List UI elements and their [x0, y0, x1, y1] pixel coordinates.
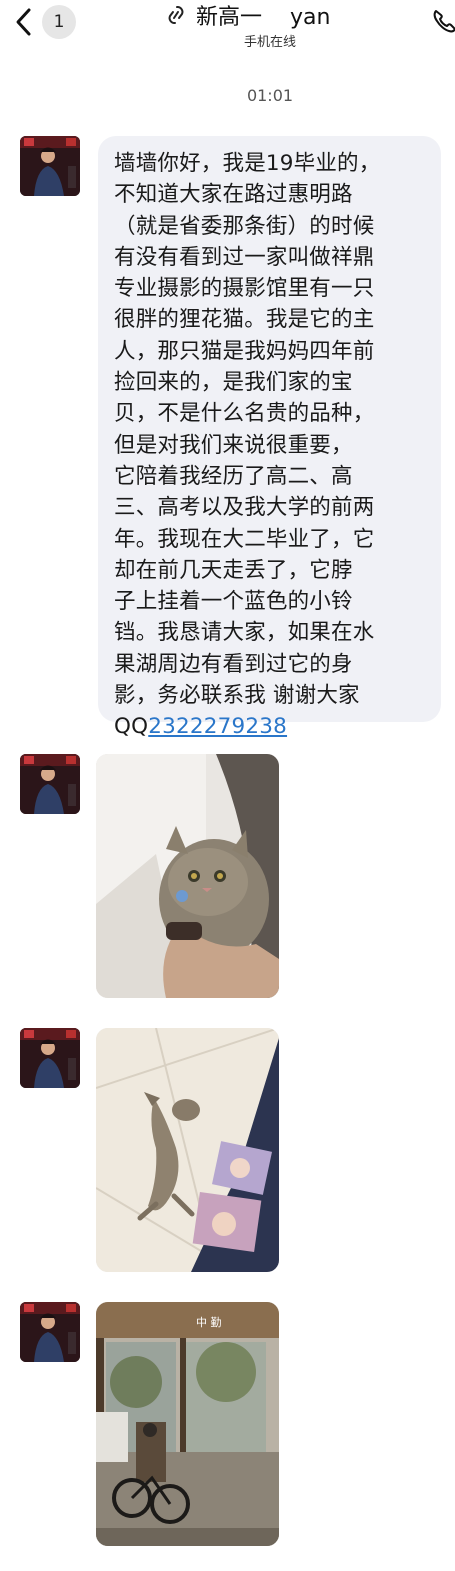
photo-message-studio[interactable]: 中 勤: [96, 1302, 279, 1546]
message-text: 墙墙你好，我是19毕业的， 不知道大家在路过惠明路 （就是省委那条街）的时候 有…: [114, 148, 441, 743]
chat-title[interactable]: 新高一 yan: [166, 2, 331, 30]
message-line: 却在前几天走丢了，它脖: [114, 557, 353, 583]
qq-number-link[interactable]: 2322279238: [148, 714, 287, 739]
contact-name: 新高一 yan: [196, 5, 331, 30]
online-status: 手机在线: [243, 35, 296, 50]
studio-image: 中 勤: [96, 1302, 279, 1546]
sender-avatar[interactable]: [20, 754, 80, 814]
sender-avatar[interactable]: [20, 136, 80, 196]
message-line: 捡回来的，是我们家的宝: [114, 370, 353, 396]
chat-screen: 1 新高一 yan 手机在线 01:01 墙墙你好，我是19毕业的， 不知道大家…: [0, 0, 455, 1571]
studio-sign-text: 中 勤: [196, 1316, 222, 1329]
cat-held-image: [96, 754, 279, 998]
sender-avatar[interactable]: [20, 1028, 80, 1088]
message-line: 专业摄影的摄影馆里有一只: [114, 276, 375, 302]
avatar-image: [20, 136, 80, 196]
message-line: 不知道大家在路过惠明路: [114, 182, 353, 208]
link-icon: [168, 6, 184, 24]
message-line: 果湖周边有看到过它的身: [114, 651, 353, 677]
message-line: 墙墙你好，我是19毕业的，: [114, 151, 381, 176]
text-message-bubble[interactable]: 墙墙你好，我是19毕业的， 不知道大家在路过惠明路 （就是省委那条街）的时候 有…: [98, 136, 441, 739]
avatar-image: [20, 1302, 80, 1362]
qq-line: QQ2322279238: [114, 711, 441, 742]
cat-floor-image: [96, 1028, 279, 1272]
message-line: 有没有看到过一家叫做祥鼎: [114, 244, 375, 270]
sender-avatar[interactable]: [20, 1302, 80, 1362]
message-line: 三、高考以及我大学的前两: [114, 495, 375, 521]
photo-message-cat-held[interactable]: [96, 754, 279, 998]
avatar-image: [20, 1028, 80, 1088]
message-line: 影，务必联系我 谢谢大家: [114, 683, 360, 709]
avatar-image: [20, 754, 80, 814]
qq-prefix: QQ: [114, 714, 149, 740]
message-line: 贝，不是什么名贵的品种，: [114, 401, 375, 427]
photo-message-cat-floor[interactable]: [96, 1028, 279, 1272]
message-line: （就是省委那条街）的时候: [114, 213, 375, 239]
phone-icon[interactable]: [430, 6, 455, 36]
chat-header: 1 新高一 yan 手机在线: [0, 0, 455, 58]
message-timestamp: 01:01: [246, 86, 294, 105]
message-line: 年。我现在大二毕业了，它: [114, 526, 375, 552]
message-line: 很胖的狸花猫。我是它的主: [114, 307, 375, 333]
message-line: 铛。我恳请大家，如果在水: [114, 620, 375, 646]
message-line: 子上挂着一个蓝色的小铃: [114, 589, 353, 615]
message-line: 人，那只猫是我妈妈四年前: [114, 338, 375, 364]
message-line: 它陪着我经历了高二、高: [114, 463, 353, 489]
message-line: 但是对我们来说很重要，: [114, 432, 353, 458]
